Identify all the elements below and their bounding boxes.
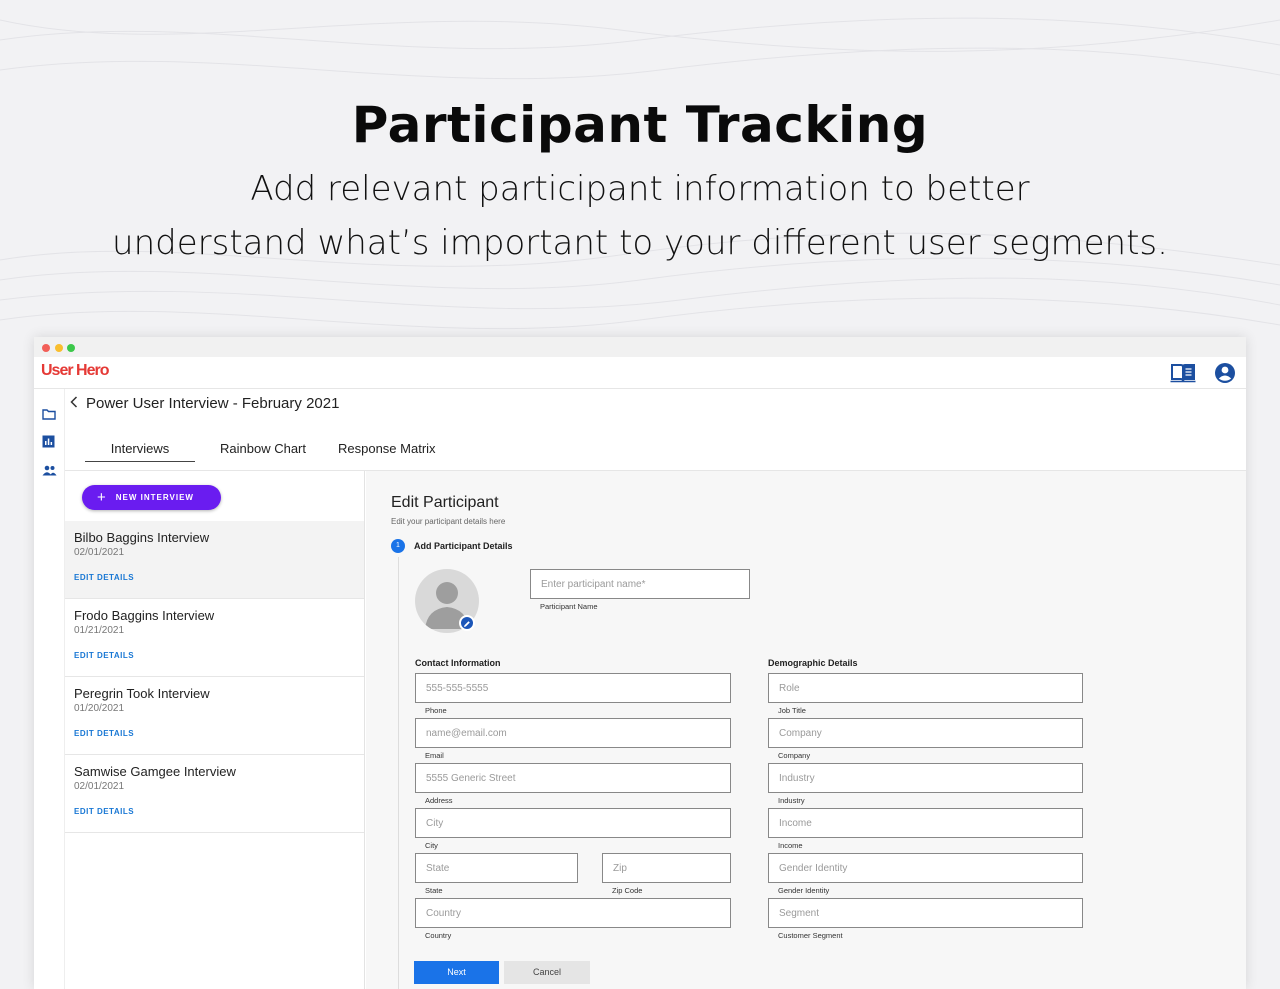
contact-information-heading: Contact Information [415, 658, 501, 668]
people-icon[interactable] [42, 463, 57, 481]
zip-label: Zip Code [612, 886, 643, 895]
list-item[interactable]: Bilbo Baggins Interview 02/01/2021 EDIT … [65, 521, 364, 599]
new-interview-button[interactable]: + NEW INTERVIEW [82, 485, 221, 510]
back-chevron-icon[interactable] [70, 395, 78, 412]
maximize-window-dot[interactable] [67, 344, 75, 352]
email-input[interactable]: name@email.com [415, 718, 731, 748]
hero-subtitle-line-2: understand what’s important to your diff… [112, 223, 1168, 263]
address-label: Address [425, 796, 453, 805]
tab-rainbow-chart[interactable]: Rainbow Chart [220, 441, 306, 456]
zip-input[interactable]: Zip [602, 853, 731, 883]
state-label: State [425, 886, 443, 895]
city-input[interactable]: City [415, 808, 731, 838]
pencil-icon [464, 621, 470, 627]
email-label: Email [425, 751, 444, 760]
participant-name-input[interactable]: Enter participant name* [530, 569, 750, 599]
state-input[interactable]: State [415, 853, 578, 883]
breadcrumb: Power User Interview - February 2021 [70, 395, 339, 412]
income-input[interactable]: Income [768, 808, 1083, 838]
new-interview-label: NEW INTERVIEW [115, 493, 194, 502]
interview-title: Frodo Baggins Interview [74, 608, 215, 623]
participant-name-label: Participant Name [540, 602, 598, 611]
step-connector-line [398, 557, 399, 989]
city-label: City [425, 841, 438, 850]
side-rail [34, 389, 65, 989]
step-number-badge: 1 [391, 539, 405, 553]
interview-list-panel: + NEW INTERVIEW Bilbo Baggins Interview … [65, 471, 365, 989]
segment-input[interactable]: Segment [768, 898, 1083, 928]
list-item[interactable]: Samwise Gamgee Interview 02/01/2021 EDIT… [65, 755, 364, 833]
customer-segment-label: Customer Segment [778, 931, 843, 940]
gender-identity-label: Gender Identity [778, 886, 830, 895]
plus-icon: + [97, 489, 107, 506]
window-chrome [34, 337, 1246, 357]
gender-identity-input[interactable]: Gender Identity [768, 853, 1083, 883]
phone-input[interactable]: 555-555-5555 [415, 673, 731, 703]
role-input[interactable]: Role [768, 673, 1083, 703]
country-input[interactable]: Country [415, 898, 731, 928]
edit-participant-title: Edit Participant [391, 494, 499, 511]
job-title-label: Job Title [778, 706, 806, 715]
interview-title: Samwise Gamgee Interview [74, 764, 236, 779]
tab-response-matrix[interactable]: Response Matrix [338, 441, 436, 456]
edit-avatar-button[interactable] [459, 615, 475, 631]
hero-subtitle-line-1: Add relevant participant information to … [250, 169, 1030, 209]
breadcrumb-title: Power User Interview - February 2021 [86, 395, 340, 412]
edit-details-link[interactable]: EDIT DETAILS [74, 807, 134, 816]
country-label: Country [425, 931, 452, 940]
book-icon[interactable] [1170, 363, 1196, 388]
interview-date: 01/21/2021 [74, 625, 125, 636]
hero-title: Participant Tracking [351, 96, 929, 154]
company-label: Company [778, 751, 811, 760]
industry-input[interactable]: Industry [768, 763, 1083, 793]
account-icon[interactable] [1214, 362, 1236, 389]
edit-details-link[interactable]: EDIT DETAILS [74, 729, 134, 738]
close-window-dot[interactable] [42, 344, 50, 352]
app-bar: User Hero [34, 357, 1246, 389]
income-label: Income [778, 841, 803, 850]
phone-label: Phone [425, 706, 447, 715]
minimize-window-dot[interactable] [55, 344, 63, 352]
edit-details-link[interactable]: EDIT DETAILS [74, 651, 134, 660]
edit-participant-panel: Edit Participant Edit your participant d… [366, 471, 1246, 989]
interview-date: 02/01/2021 [74, 781, 125, 792]
interview-title: Bilbo Baggins Interview [74, 530, 210, 545]
interview-title: Peregrin Took Interview [74, 686, 210, 701]
address-input[interactable]: 5555 Generic Street [415, 763, 731, 793]
demographic-details-heading: Demographic Details [768, 658, 858, 668]
bar-chart-icon[interactable] [42, 435, 55, 453]
step-label: Add Participant Details [414, 541, 513, 551]
next-button[interactable]: Next [414, 961, 499, 984]
cancel-button[interactable]: Cancel [504, 961, 590, 984]
interview-date: 02/01/2021 [74, 547, 125, 558]
company-input[interactable]: Company [768, 718, 1083, 748]
tab-interviews[interactable]: Interviews [85, 441, 195, 462]
edit-details-link[interactable]: EDIT DETAILS [74, 573, 134, 582]
app-window: User Hero Power User Interview - Februar… [34, 337, 1246, 989]
list-item[interactable]: Frodo Baggins Interview 01/21/2021 EDIT … [65, 599, 364, 677]
list-item[interactable]: Peregrin Took Interview 01/20/2021 EDIT … [65, 677, 364, 755]
interview-date: 01/20/2021 [74, 703, 125, 714]
folder-icon[interactable] [42, 407, 56, 425]
hero: Participant Tracking Add relevant partic… [0, 96, 1280, 270]
user-hero-logo[interactable]: User Hero [41, 362, 109, 380]
industry-label: Industry [778, 796, 805, 805]
edit-participant-subtitle: Edit your participant details here [391, 517, 506, 526]
